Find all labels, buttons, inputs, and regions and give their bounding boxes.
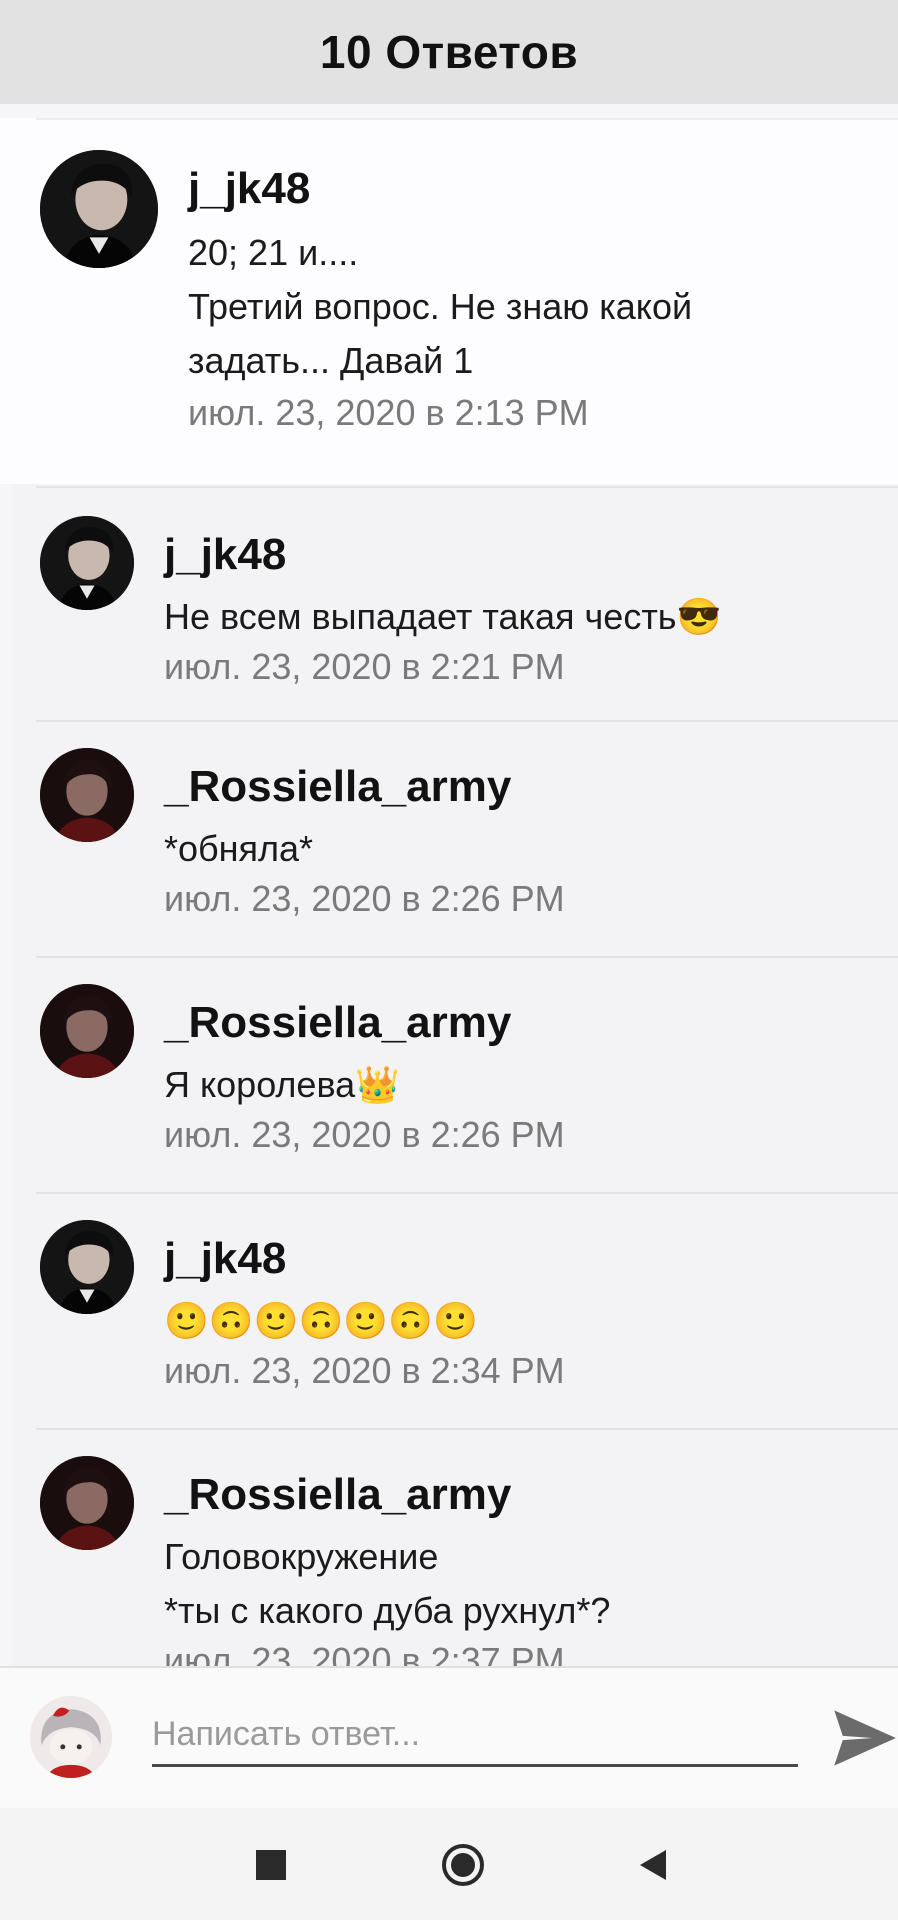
avatar[interactable] xyxy=(40,1456,134,1550)
comment-text-line: 🙂🙃🙂🙃🙂🙃🙂 xyxy=(164,1300,478,1341)
reply-input[interactable] xyxy=(152,1704,798,1767)
divider xyxy=(36,486,898,488)
avatar[interactable] xyxy=(40,984,134,1078)
back-button[interactable] xyxy=(626,1838,680,1892)
comment-text-line: Не всем выпадает такая честь😎 xyxy=(164,596,722,637)
avatar-portrait-icon xyxy=(40,984,134,1078)
anime-avatar-icon xyxy=(30,1696,112,1778)
avatar-portrait-icon xyxy=(40,1456,134,1550)
comment-thread[interactable]: j_jk48 20; 21 и.... Третий вопрос. Не зн… xyxy=(0,104,898,1666)
comment-text-line: 20; 21 и.... xyxy=(188,232,359,273)
comment-text-line: Я королева👑 xyxy=(164,1064,401,1105)
reply-item[interactable]: j_jk48 Не всем выпадает такая честь😎 июл… xyxy=(12,484,898,720)
parent-comment[interactable]: j_jk48 20; 21 и.... Третий вопрос. Не зн… xyxy=(0,118,898,484)
divider xyxy=(36,720,898,722)
divider xyxy=(36,1192,898,1194)
comment-author[interactable]: j_jk48 xyxy=(164,1234,286,1284)
comment-author[interactable]: j_jk48 xyxy=(164,530,286,580)
avatar-portrait-icon xyxy=(40,150,158,268)
page-title: 10 Ответов xyxy=(319,26,579,78)
app-screen: 10 Ответов j_jk48 20; 21 и.... Третий во… xyxy=(0,0,898,1920)
send-button[interactable] xyxy=(830,1704,898,1772)
reply-list: j_jk48 Не всем выпадает такая честь😎 июл… xyxy=(12,484,898,1666)
system-nav-bar xyxy=(0,1808,898,1920)
comment-text-line: *обняла* xyxy=(164,828,314,869)
comment-author[interactable]: _Rossiella_army xyxy=(164,1470,511,1520)
avatar[interactable] xyxy=(40,150,158,268)
comment-timestamp: июл. 23, 2020 в 2:37 PM xyxy=(164,1640,565,1666)
divider xyxy=(36,1428,898,1430)
comment-timestamp: июл. 23, 2020 в 2:26 PM xyxy=(164,878,565,919)
reply-item[interactable]: _Rossiella_army Я королева👑 июл. 23, 202… xyxy=(12,956,898,1192)
comment-timestamp: июл. 23, 2020 в 2:21 PM xyxy=(164,646,565,687)
comment-author[interactable]: _Rossiella_army xyxy=(164,762,511,812)
home-button[interactable] xyxy=(436,1838,490,1892)
avatar-portrait-icon xyxy=(40,516,134,610)
triangle-back-icon xyxy=(640,1850,666,1880)
comment-timestamp: июл. 23, 2020 в 2:26 PM xyxy=(164,1114,565,1155)
comment-timestamp: июл. 23, 2020 в 2:34 PM xyxy=(164,1350,565,1391)
divider xyxy=(36,118,898,120)
avatar[interactable] xyxy=(40,1220,134,1314)
comment-text-line: Третий вопрос. Не знаю какой xyxy=(188,286,693,327)
reply-composer xyxy=(0,1666,898,1810)
comment-author[interactable]: j_jk48 xyxy=(188,164,310,214)
reply-item[interactable]: _Rossiella_army *обняла* июл. 23, 2020 в… xyxy=(12,720,898,956)
header-bar: 10 Ответов xyxy=(0,0,898,104)
avatar[interactable] xyxy=(40,516,134,610)
reply-item[interactable]: j_jk48 🙂🙃🙂🙃🙂🙃🙂 июл. 23, 2020 в 2:34 PM xyxy=(12,1192,898,1428)
square-icon xyxy=(256,1850,286,1880)
comment-author[interactable]: _Rossiella_army xyxy=(164,998,511,1048)
reply-item[interactable]: _Rossiella_army Головокружение *ты с как… xyxy=(12,1428,898,1666)
avatar-portrait-icon xyxy=(40,1220,134,1314)
avatar[interactable] xyxy=(40,748,134,842)
current-user-avatar xyxy=(30,1696,112,1778)
comment-text-line: *ты с какого дуба рухнул*? xyxy=(164,1590,611,1631)
avatar-portrait-icon xyxy=(40,748,134,842)
recents-button[interactable] xyxy=(244,1838,298,1892)
comment-text-line: задать... Давай 1 xyxy=(188,340,474,381)
circle-icon xyxy=(442,1844,484,1886)
comment-timestamp: июл. 23, 2020 в 2:13 PM xyxy=(188,392,589,433)
send-icon xyxy=(834,1710,896,1766)
comment-text-line: Головокружение xyxy=(164,1536,439,1577)
divider xyxy=(36,956,898,958)
